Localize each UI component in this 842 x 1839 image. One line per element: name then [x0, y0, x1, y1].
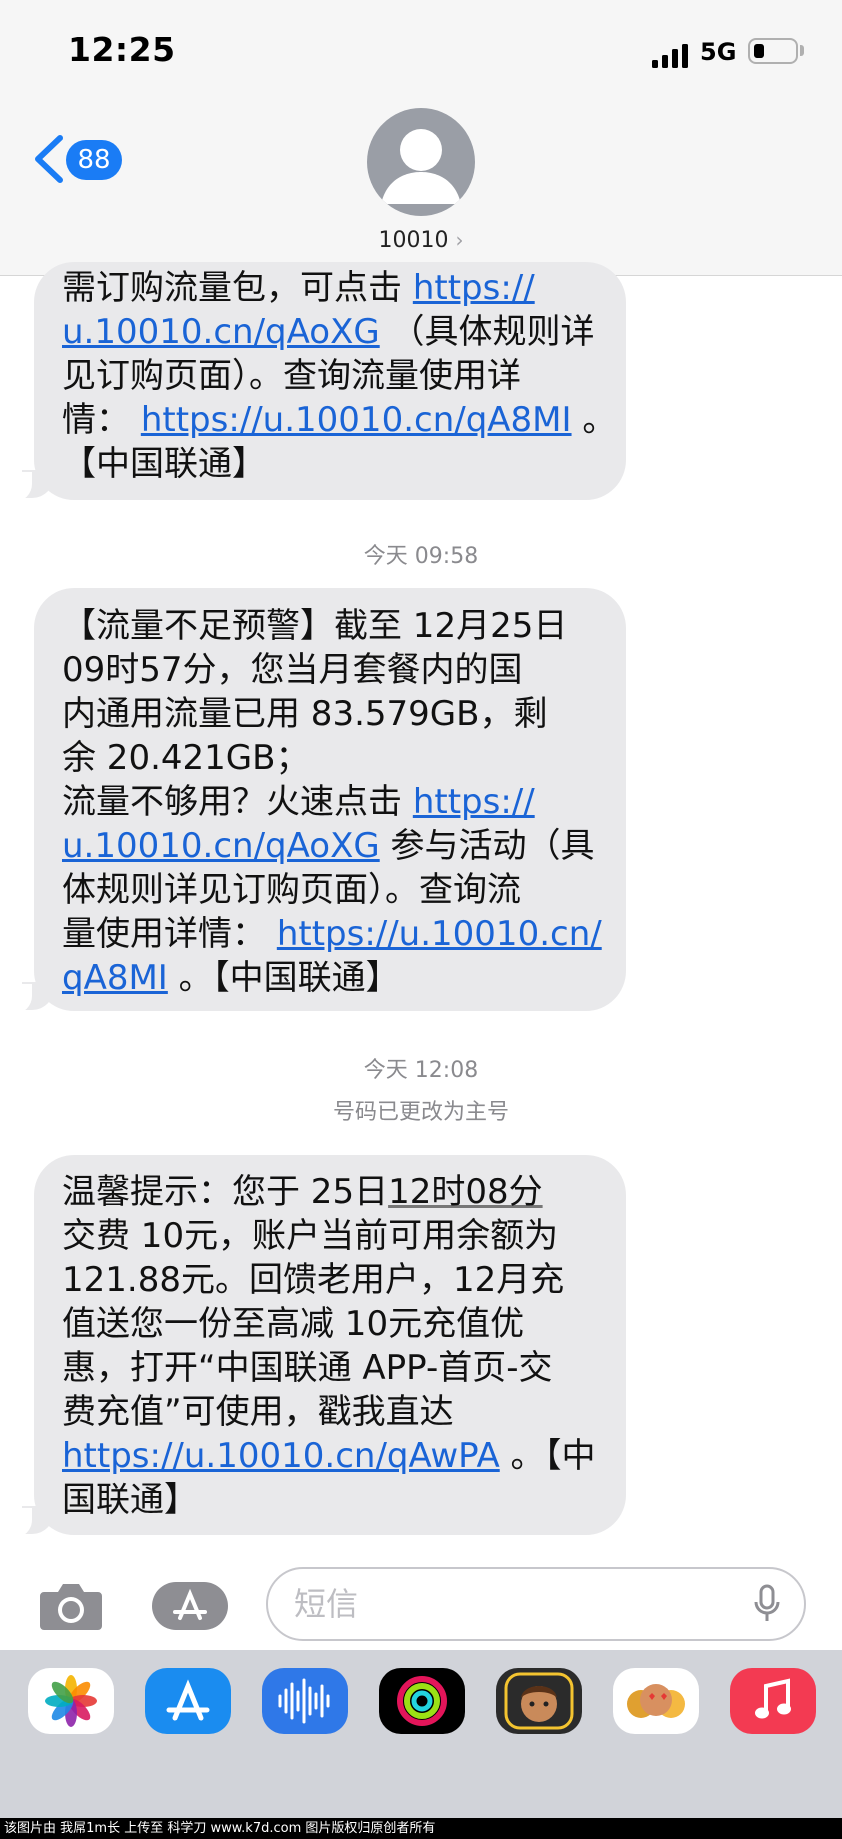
status-time: 12:25 [68, 30, 176, 69]
message-line: 惠，打开“中国联通 APP-首页-交 [62, 1346, 598, 1390]
message-line: 国联通】 [62, 1478, 598, 1522]
sms-input[interactable] [266, 1567, 806, 1641]
message-text: （具体规则详 [379, 312, 595, 352]
message-line: 交费 10元，账户当前可用余额为 [62, 1214, 598, 1258]
message-text: 情： [62, 400, 141, 440]
message-line: 费充值”可使用，戳我直达 [62, 1390, 598, 1434]
battery-icon [748, 38, 798, 64]
detected-datetime[interactable]: 12时08分 [388, 1172, 543, 1212]
contact-number[interactable]: 10010 [379, 228, 449, 253]
memoji-stickers-icon[interactable] [613, 1668, 699, 1734]
message-text: 流量不够用？火速点击 [62, 782, 413, 822]
message-line: u.10010.cn/qAoXG 参与活动（具 [62, 824, 598, 868]
message-text: 09时57分，您当月套餐内的国 [62, 650, 523, 690]
person-icon [381, 129, 461, 204]
message-bubble[interactable]: 【流量不足预警】截至 12月25日 09时57分，您当月套餐内的国 内通用流量已用 … [34, 588, 626, 1011]
message-text: 余 20.421GB； [62, 738, 310, 778]
app-store-icon[interactable] [145, 1668, 231, 1734]
message-text: 惠，打开“中国联通 APP-首页-交 [62, 1348, 553, 1388]
contact-name[interactable]: 10010 › [0, 228, 842, 253]
contact-avatar[interactable] [367, 108, 475, 216]
message-link[interactable]: u.10010.cn/qAoXG [62, 312, 380, 352]
message-link[interactable]: https://u.10010.cn/qA8MI [141, 400, 572, 440]
message-text: 。【中 [499, 1436, 596, 1476]
message-text: 。【中国联通】 [167, 958, 400, 998]
message-line: 余 20.421GB； [62, 736, 598, 780]
message-text: 交费 10元，账户当前可用余额为 [62, 1216, 559, 1256]
message-bubble[interactable]: 温馨提示：您于 25日12时08分 交费 10元，账户当前可用余额为 121.88元… [34, 1155, 626, 1535]
message-line: 121.88元。回馈老用户，12月充 [62, 1258, 598, 1302]
message-line: 【中国联通】 [62, 442, 598, 486]
message-line: qA8MI 。【中国联通】 [62, 956, 598, 1000]
message-text: 需订购流量包，可点击 [62, 268, 413, 308]
message-text: 。 [571, 400, 617, 440]
message-text: 【中国联通】 [62, 444, 266, 484]
watermark-footer: 该图片由 我屌1m长 上传至 科学刀 www.k7d.com 图片版权归原创者所… [0, 1818, 842, 1839]
battery-cap [800, 45, 804, 56]
message-text: 内通用流量已用 83.579GB，剩 [62, 694, 548, 734]
message-line: 体规则详见订购页面）。查询流 [62, 868, 598, 912]
message-link[interactable]: https://u.10010.cn/ [277, 914, 602, 954]
signal-bars-icon [652, 44, 688, 68]
message-line: 情： https://u.10010.cn/qA8MI 。 [62, 398, 616, 442]
message-link[interactable]: u.10010.cn/qAoXG [62, 826, 380, 866]
message-text: 费充值”可使用，戳我直达 [62, 1392, 454, 1432]
message-text: 值送您一份至高减 10元充值优 [62, 1304, 525, 1344]
message-link[interactable]: https:// [413, 268, 535, 308]
message-line: 09时57分，您当月套餐内的国 [62, 648, 598, 692]
music-app-icon[interactable] [730, 1668, 816, 1734]
network-type: 5G [700, 38, 737, 66]
unread-count-badge[interactable]: 88 [66, 140, 122, 180]
message-line: 温馨提示：您于 25日12时08分 [62, 1170, 598, 1214]
message-line: 【流量不足预警】截至 12月25日 [62, 604, 598, 648]
message-text: 见订购页面）。查询流量使用详 [62, 356, 521, 396]
message-line: u.10010.cn/qAoXG （具体规则详 [62, 310, 598, 354]
message-line: 见订购页面）。查询流量使用详 [62, 354, 598, 398]
back-chevron-icon[interactable] [30, 134, 70, 184]
message-line: 流量不够用？火速点击 https:// [62, 780, 598, 824]
message-line: 值送您一份至高减 10元充值优 [62, 1302, 598, 1346]
message-text: 体规则详见订购页面）。查询流 [62, 870, 521, 910]
memoji-camera-icon[interactable] [496, 1668, 582, 1734]
app-store-apps-icon[interactable] [150, 1580, 230, 1632]
message-line: 量使用详情： https://u.10010.cn/ [62, 912, 602, 956]
message-link[interactable]: https://u.10010.cn/qAwPA [62, 1436, 500, 1476]
message-link[interactable]: https:// [413, 782, 535, 822]
microphone-icon[interactable] [752, 1584, 782, 1626]
voice-memos-waveform-icon[interactable] [262, 1668, 348, 1734]
number-change-note: 号码已更改为主号 [332, 1100, 509, 1125]
message-link[interactable]: qA8MI [62, 958, 168, 998]
message-text: 【流量不足预警】截至 12月25日 [62, 606, 568, 646]
message-text: 温馨提示：您于 25日 [62, 1172, 389, 1212]
message-text: 量使用详情： [62, 914, 277, 954]
message-bubble[interactable]: 需订购流量包，可点击 https://u.10010.cn/qAoXG （具体规… [34, 262, 626, 500]
message-text: 国联通】 [62, 1480, 198, 1520]
message-line: 内通用流量已用 83.579GB，剩 [62, 692, 598, 736]
message-line: https://u.10010.cn/qAwPA 。【中 [62, 1434, 598, 1478]
message-timestamp: 今天 09:58 [363, 544, 479, 569]
message-text: 参与活动（具 [379, 826, 595, 866]
chevron-right-icon: › [455, 228, 464, 252]
photos-app-icon[interactable] [28, 1668, 114, 1734]
camera-icon[interactable] [38, 1580, 104, 1632]
message-timestamp: 今天 12:08 [363, 1058, 479, 1083]
fitness-rings-icon[interactable] [379, 1668, 465, 1734]
message-text: 121.88元。回馈老用户，12月充 [62, 1260, 565, 1300]
message-line: 需订购流量包，可点击 https:// [62, 266, 598, 310]
